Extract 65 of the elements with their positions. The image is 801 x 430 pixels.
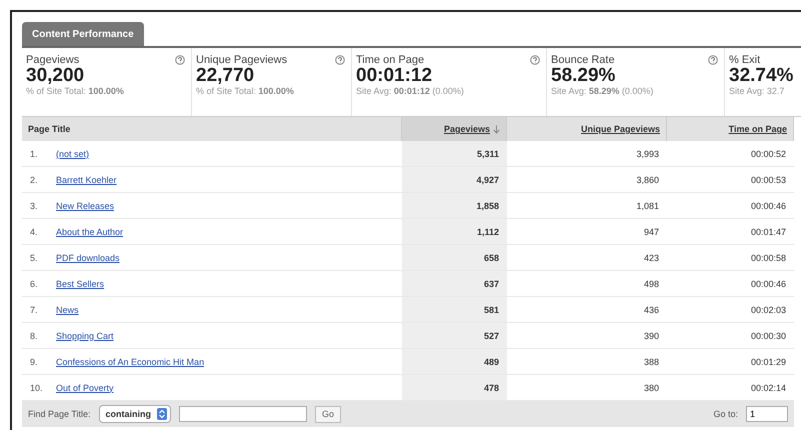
metric-value: 58.29% <box>551 66 616 86</box>
page-title-link[interactable]: News <box>56 304 79 314</box>
row-number: 3. <box>30 200 39 210</box>
column-header[interactable]: Unique Pageviews <box>507 117 667 141</box>
goto-field[interactable]: 1 <box>746 406 788 422</box>
metric-value: 32.74% <box>729 66 794 86</box>
column-header-link[interactable]: Pageviews <box>444 124 490 134</box>
metric-note: % of Site Total: 100.00% <box>26 86 125 96</box>
row-number: 7. <box>30 304 39 314</box>
page-title-link[interactable]: Out of Poverty <box>56 382 114 392</box>
row-number: 4. <box>30 226 39 236</box>
stepper-icon <box>157 408 168 420</box>
metric-label: Bounce Rate <box>551 54 615 66</box>
row-number: 6. <box>30 278 39 288</box>
page-title-link[interactable]: About the Author <box>56 226 124 236</box>
table-cell: 489 <box>402 349 507 375</box>
metric-value: 00:01:12 <box>356 66 434 86</box>
metric-note: Site Avg: 00:01:12 (0.00%) <box>356 86 465 96</box>
row-number: 2. <box>30 174 39 184</box>
column-header-text: Page Title <box>28 124 70 134</box>
help-icon[interactable] <box>175 55 185 65</box>
metric-value: 22,770 <box>196 66 254 86</box>
metric-label: Pageviews <box>26 54 80 66</box>
search-field[interactable] <box>179 406 308 422</box>
table-cell: 581 <box>402 297 507 323</box>
tab[interactable]: Content Performance <box>22 22 144 46</box>
metric-note: Site Avg: 58.29% (0.00%) <box>551 86 654 96</box>
page-title-link[interactable]: Confessions of An Economic Hit Man <box>56 356 204 366</box>
sort-arrow-icon <box>493 124 500 134</box>
row-number: 5. <box>30 252 39 262</box>
row-number: 1. <box>30 148 39 158</box>
help-icon[interactable] <box>708 55 718 65</box>
row-number: 9. <box>30 356 39 366</box>
go-button[interactable]: Go <box>315 406 342 422</box>
metric-label: Time on Page <box>356 54 424 66</box>
goto-label: Go to: <box>713 409 738 419</box>
page-title-link[interactable]: (not set) <box>56 148 90 158</box>
table-cell: 478 <box>402 375 507 401</box>
metric-label: Unique Pageviews <box>196 54 288 66</box>
table-cell: 527 <box>402 323 507 349</box>
column-header-link[interactable]: Time on Page <box>728 124 787 134</box>
row-number: 10. <box>30 382 44 392</box>
metric-label: % Exit <box>729 54 760 66</box>
table-cell: 1,858 <box>402 193 507 219</box>
table-cell: 637 <box>402 271 507 297</box>
page-title-link[interactable]: Best Sellers <box>56 278 104 288</box>
column-header[interactable]: Time on Page <box>667 117 794 141</box>
match-select[interactable]: containing <box>98 405 172 423</box>
page-title-link[interactable]: Barrett Koehler <box>56 174 117 184</box>
table-cell: 1,112 <box>402 219 507 245</box>
page-title-link[interactable]: New Releases <box>56 200 114 210</box>
metric-value: 30,200 <box>26 66 86 86</box>
column-header-link[interactable]: Unique Pageviews <box>580 124 660 134</box>
page-title-link[interactable]: Shopping Cart <box>56 330 114 340</box>
table-cell: 658 <box>402 245 507 271</box>
table-cell: 5,311 <box>402 141 507 167</box>
page-title-link[interactable]: PDF downloads <box>56 252 120 262</box>
row-number: 8. <box>30 330 39 340</box>
table-cell: 4,927 <box>402 167 507 193</box>
metric-note: % of Site Total: 100.00% <box>196 86 295 96</box>
help-icon[interactable] <box>335 55 345 65</box>
metric-note: Site Avg: 32.7 <box>729 86 786 96</box>
find-label: Find Page Title: <box>28 409 91 419</box>
help-icon[interactable] <box>530 55 540 65</box>
column-header[interactable]: Pageviews <box>402 117 507 141</box>
